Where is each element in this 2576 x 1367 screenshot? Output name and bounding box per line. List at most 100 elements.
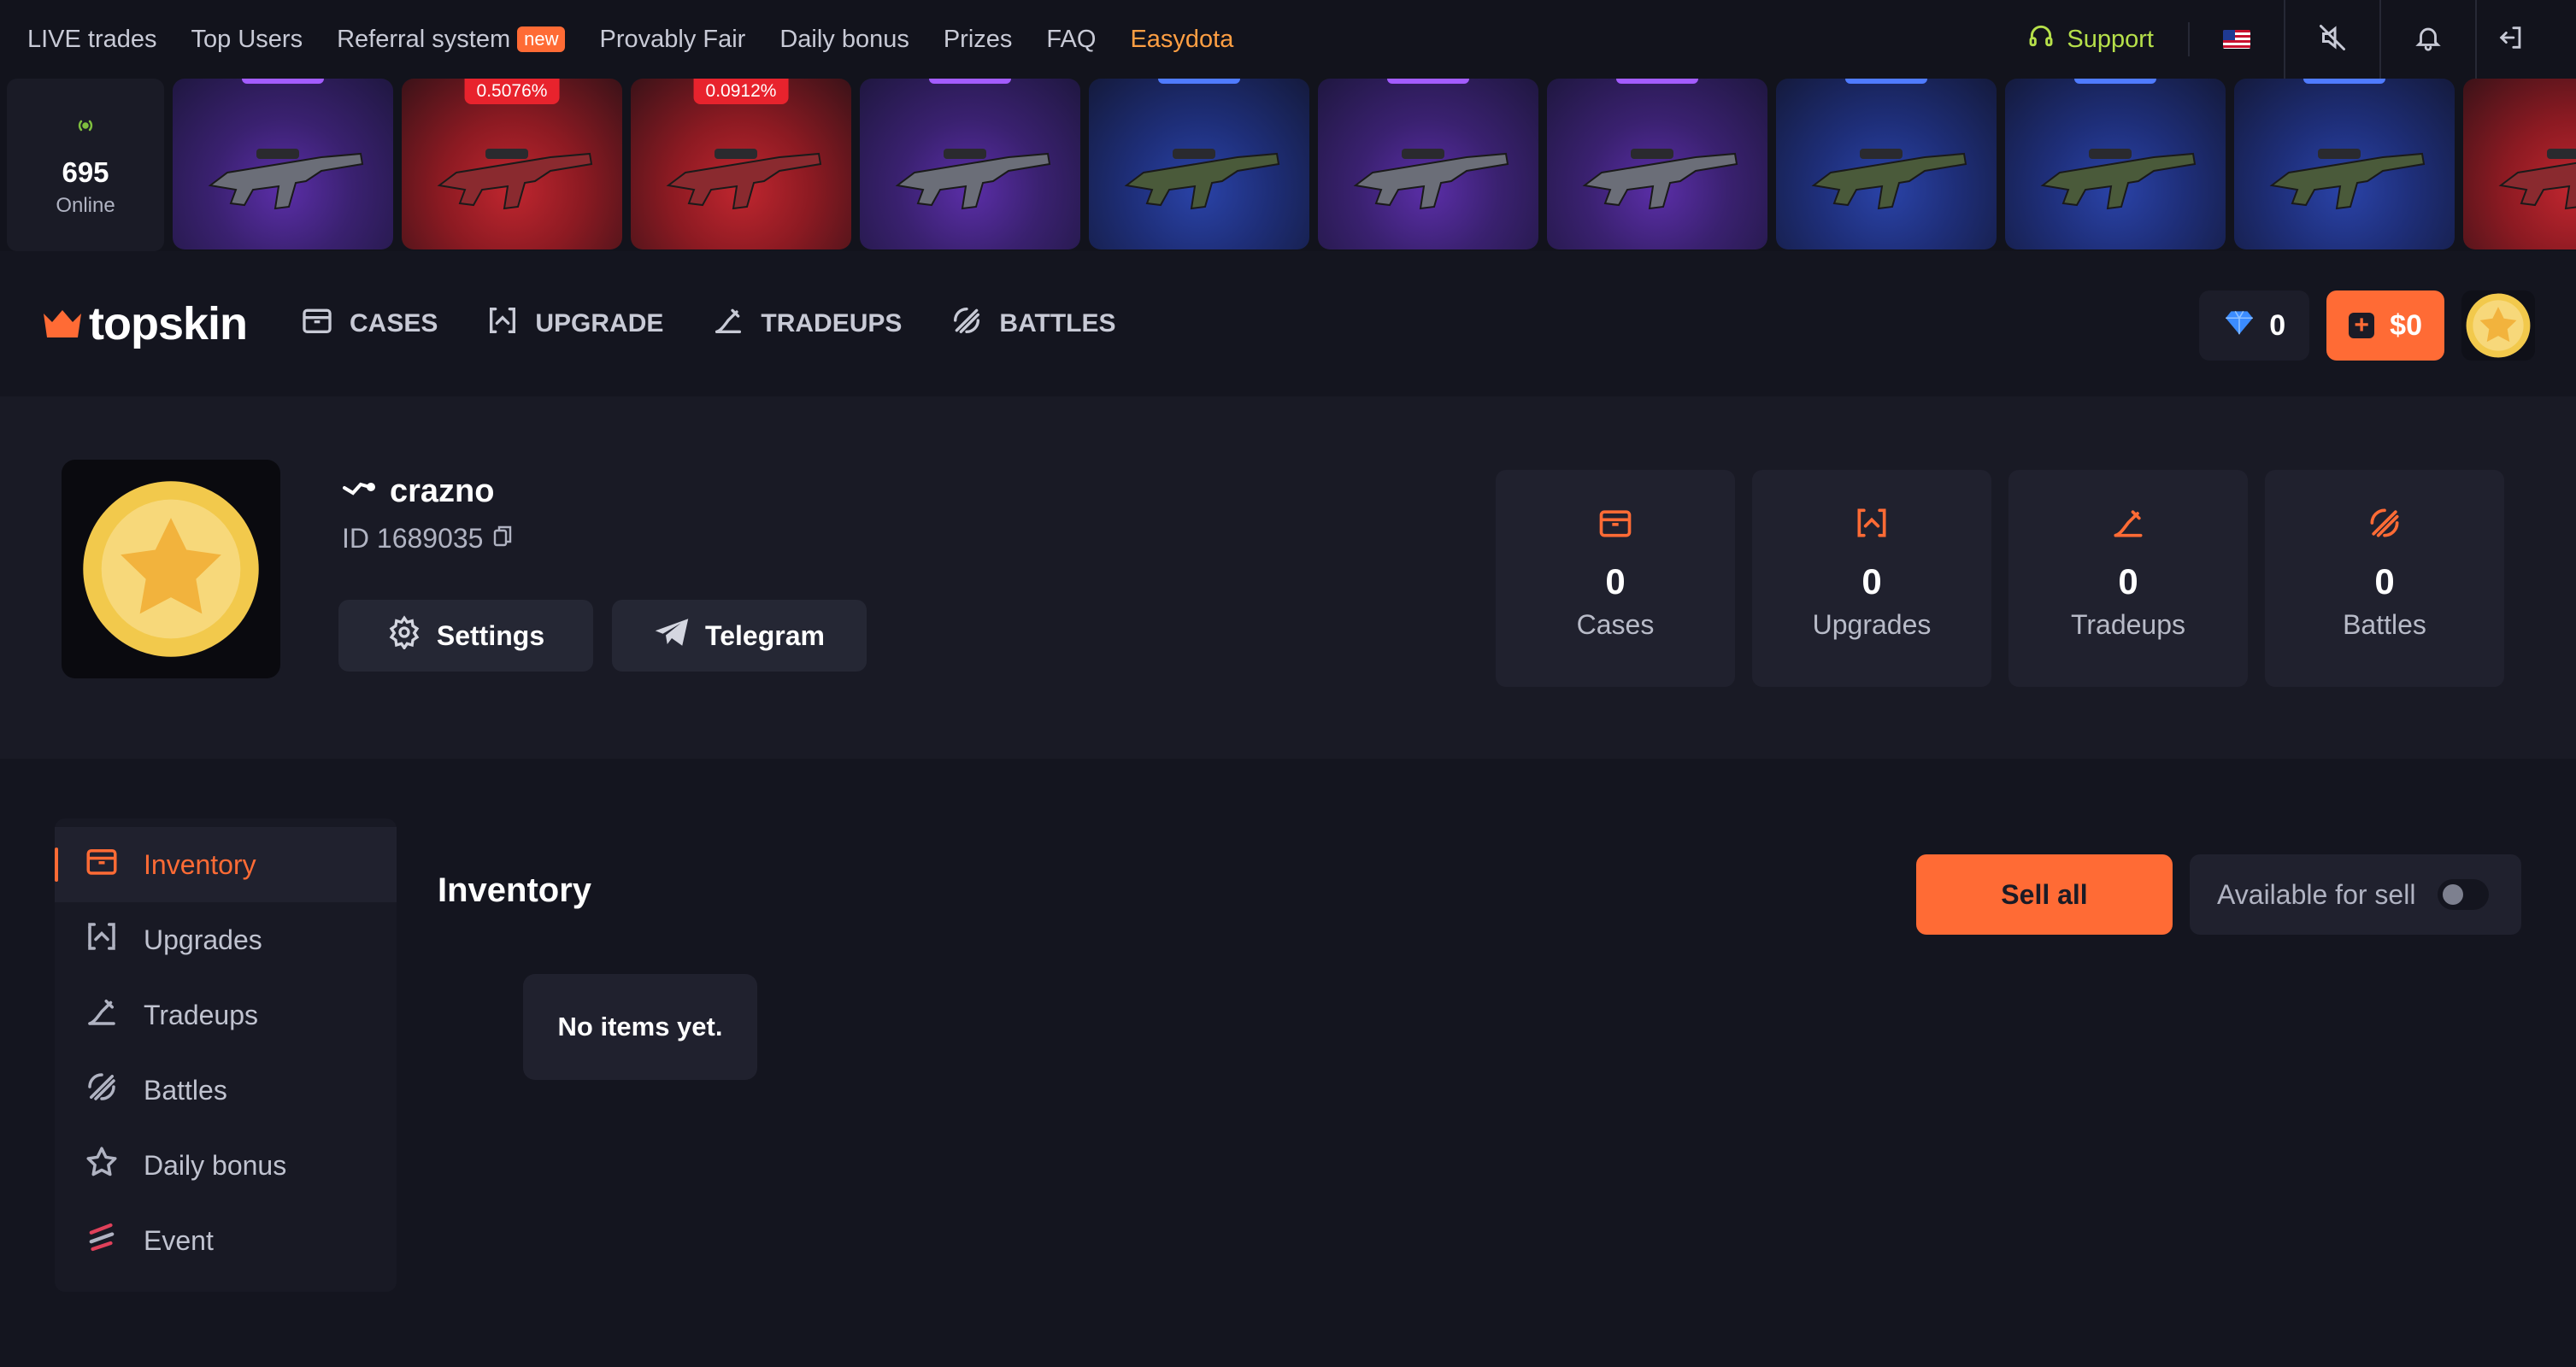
star-coin-avatar-icon — [2466, 293, 2531, 358]
nav-upgrade-label: UPGRADE — [535, 309, 664, 337]
live-drop-card[interactable] — [1089, 79, 1309, 249]
topnav-daily-bonus[interactable]: Daily bonus — [779, 26, 909, 54]
weapon-skin-icon — [2269, 149, 2426, 210]
upgrade-icon — [84, 918, 120, 961]
support-label: Support — [2067, 25, 2154, 53]
broadcast-icon — [73, 113, 98, 143]
header-avatar[interactable] — [2461, 290, 2535, 361]
stat-cases: 0 Cases — [1496, 470, 1735, 687]
logout-button[interactable] — [2477, 0, 2545, 79]
sidebar-item-upgrades[interactable]: Upgrades — [55, 902, 397, 977]
sidebar-item-battles[interactable]: Battles — [55, 1053, 397, 1128]
headset-icon — [2027, 22, 2055, 56]
language-selector[interactable] — [2190, 0, 2285, 79]
topnav-top-users[interactable]: Top Users — [191, 26, 303, 54]
topnav-easydota[interactable]: Easydota — [1130, 26, 1233, 54]
available-for-sell-toggle[interactable] — [2438, 879, 2490, 910]
available-for-sell-filter[interactable]: Available for sell — [2190, 854, 2521, 935]
weapon-skin-icon — [2040, 149, 2197, 210]
case-icon — [1597, 504, 1634, 546]
topnav-prizes[interactable]: Prizes — [944, 26, 1013, 54]
available-for-sell-label: Available for sell — [2217, 878, 2416, 910]
drop-chance: 0.5076% — [464, 79, 560, 104]
live-drop-card[interactable] — [2005, 79, 2226, 249]
weapon-skin-icon — [895, 149, 1051, 210]
online-count: 695 — [62, 155, 109, 188]
pen-icon — [84, 994, 120, 1036]
sidebar-item-tradeups[interactable]: Tradeups — [55, 977, 397, 1053]
live-drop-card[interactable] — [1318, 79, 1538, 249]
diamond-icon — [2223, 308, 2255, 343]
live-drop-card[interactable] — [2463, 79, 2576, 249]
nav-battles-label: BATTLES — [999, 309, 1116, 337]
weapon-skin-icon — [666, 149, 822, 210]
copy-icon[interactable] — [493, 523, 512, 554]
rarity-tab — [1845, 79, 1927, 84]
live-drop-card[interactable]: 0.0912% — [631, 79, 851, 249]
live-drop-card[interactable]: 0.5076% — [402, 79, 622, 249]
rarity-tab — [1387, 79, 1469, 84]
sidebar-item-event[interactable]: Event — [55, 1203, 397, 1278]
nav-battles[interactable]: BATTLES — [950, 303, 1116, 344]
pen-icon — [711, 303, 745, 344]
deposit-button[interactable]: + $0 — [2326, 290, 2444, 361]
pen-icon — [2109, 504, 2147, 546]
live-drops-strip: 695 Online 0.5076% 0.0912% — [0, 79, 2576, 251]
profile-section: crazno ID 1689035 Settings Telegram 0 Ca… — [0, 396, 2576, 759]
notifications-button[interactable] — [2381, 0, 2477, 79]
live-drop-card[interactable] — [860, 79, 1080, 249]
topnav-faq[interactable]: FAQ — [1046, 26, 1096, 54]
weapon-skin-icon — [1582, 149, 1738, 210]
balance-value: $0 — [2390, 308, 2422, 342]
rarity-tab — [1158, 79, 1240, 84]
support-button[interactable]: Support — [2027, 22, 2190, 56]
rarity-tab — [929, 79, 1011, 84]
top-right-tools: Support — [2027, 0, 2545, 79]
stat-cases-value: 0 — [1605, 561, 1626, 601]
telegram-label: Telegram — [705, 619, 825, 651]
stat-battles: 0 Battles — [2265, 470, 2504, 687]
nav-upgrade[interactable]: UPGRADE — [485, 303, 663, 344]
sell-all-button[interactable]: Sell all — [1916, 854, 2173, 935]
top-nav: LIVE trades Top Users Referral system ne… — [27, 26, 1233, 54]
topnav-provably-fair[interactable]: Provably Fair — [599, 26, 745, 54]
sidebar-item-label: Inventory — [144, 848, 256, 880]
weapon-skin-icon — [2498, 149, 2576, 210]
gems-value: 0 — [2269, 308, 2286, 342]
nav-cases[interactable]: CASES — [300, 303, 438, 344]
main-header: topskin CASES UPGRADE TRADEUPS BATTLES 0… — [0, 251, 2576, 396]
swords-icon — [950, 303, 984, 344]
sidebar-item-label: Battles — [144, 1074, 227, 1106]
logo[interactable]: topskin — [41, 297, 248, 350]
stat-upgrades-value: 0 — [1861, 561, 1882, 601]
empty-inventory-message: No items yet. — [523, 974, 757, 1080]
telegram-button[interactable]: Telegram — [612, 600, 867, 672]
nav-tradeups[interactable]: TRADEUPS — [711, 303, 902, 344]
sidebar-item-daily-bonus[interactable]: Daily bonus — [55, 1128, 397, 1203]
sidebar-item-inventory[interactable]: Inventory — [55, 827, 397, 902]
rarity-tab — [1616, 79, 1698, 84]
rarity-tab — [242, 79, 324, 84]
header-wallet: 0 + $0 — [2199, 290, 2535, 361]
main-nav: CASES UPGRADE TRADEUPS BATTLES — [300, 303, 1116, 344]
crown-logo-icon — [44, 310, 81, 337]
live-drop-card[interactable] — [173, 79, 393, 249]
top-bar: LIVE trades Top Users Referral system ne… — [0, 0, 2576, 79]
stat-cases-label: Cases — [1576, 609, 1655, 640]
gems-balance[interactable]: 0 — [2199, 290, 2310, 361]
topnav-live-trades[interactable]: LIVE trades — [27, 26, 157, 54]
new-badge: new — [517, 26, 566, 52]
topnav-referral-system[interactable]: Referral system new — [337, 26, 566, 54]
live-drop-card[interactable] — [2234, 79, 2455, 249]
stat-tradeups-label: Tradeups — [2071, 609, 2185, 640]
sound-toggle[interactable] — [2285, 0, 2381, 79]
profile-id-row: ID 1689035 — [342, 523, 512, 554]
gear-icon — [387, 615, 421, 656]
case-icon — [300, 303, 334, 344]
stat-upgrades: 0 Upgrades — [1752, 470, 1991, 687]
nav-tradeups-label: TRADEUPS — [761, 309, 903, 337]
live-drop-card[interactable] — [1547, 79, 1767, 249]
settings-button[interactable]: Settings — [338, 600, 593, 672]
case-icon — [84, 843, 120, 886]
live-drop-card[interactable] — [1776, 79, 1997, 249]
